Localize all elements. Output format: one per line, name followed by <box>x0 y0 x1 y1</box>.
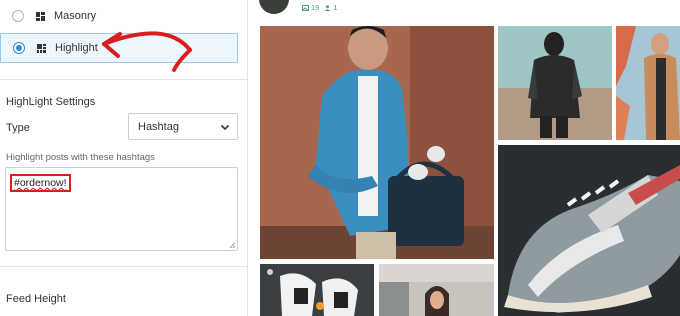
orange-coat-image <box>616 26 680 140</box>
feed-post[interactable] <box>379 264 494 316</box>
sneaker-flatlay-image <box>260 264 374 316</box>
followers-count: 1 <box>333 3 338 12</box>
type-select[interactable]: Hashtag <box>128 113 238 140</box>
section-divider <box>0 79 248 80</box>
user-icon <box>324 5 331 12</box>
feed-post[interactable] <box>498 26 612 140</box>
image-icon <box>302 5 309 12</box>
posts-count: 19 <box>311 3 320 12</box>
feed-height-title: Feed Height <box>6 293 66 305</box>
masonry-radio[interactable] <box>12 10 24 22</box>
feed-post[interactable] <box>260 264 374 316</box>
feed-preview: 19 1 <box>249 0 680 316</box>
masonry-grid-icon <box>36 11 45 21</box>
feed-post-highlight[interactable] <box>498 145 680 316</box>
section-divider <box>0 266 248 267</box>
hashtags-label: Highlight posts with these hashtags <box>6 152 155 163</box>
hashtags-value: #ordernow! <box>10 174 71 192</box>
profile-stats: 19 1 <box>302 3 338 12</box>
sneakers-image <box>498 145 680 316</box>
highlight-grid-icon <box>37 43 46 53</box>
settings-panel: Masonry Highlight HighLight Settings Typ… <box>0 0 248 316</box>
hashtags-textarea[interactable]: #ordernow! <box>5 167 238 251</box>
feed-post[interactable] <box>616 26 680 140</box>
followers-stat: 1 <box>324 3 338 12</box>
highlight-radio[interactable] <box>13 42 25 54</box>
man-with-bag-image <box>260 26 494 259</box>
annotation-arrow-icon <box>102 31 192 72</box>
type-select-value: Hashtag <box>138 121 179 133</box>
chevron-down-icon <box>220 124 230 131</box>
highlight-label: Highlight <box>55 42 98 54</box>
woman-portrait-image <box>379 264 494 316</box>
masonry-label: Masonry <box>54 10 97 22</box>
feed-post-highlight[interactable] <box>260 26 494 259</box>
highlight-settings-title: HighLight Settings <box>6 96 96 108</box>
resize-handle-icon[interactable] <box>229 242 236 249</box>
type-label: Type <box>6 122 30 134</box>
avatar <box>259 0 289 14</box>
man-in-beanie-image <box>498 26 612 140</box>
posts-stat: 19 <box>302 3 319 12</box>
